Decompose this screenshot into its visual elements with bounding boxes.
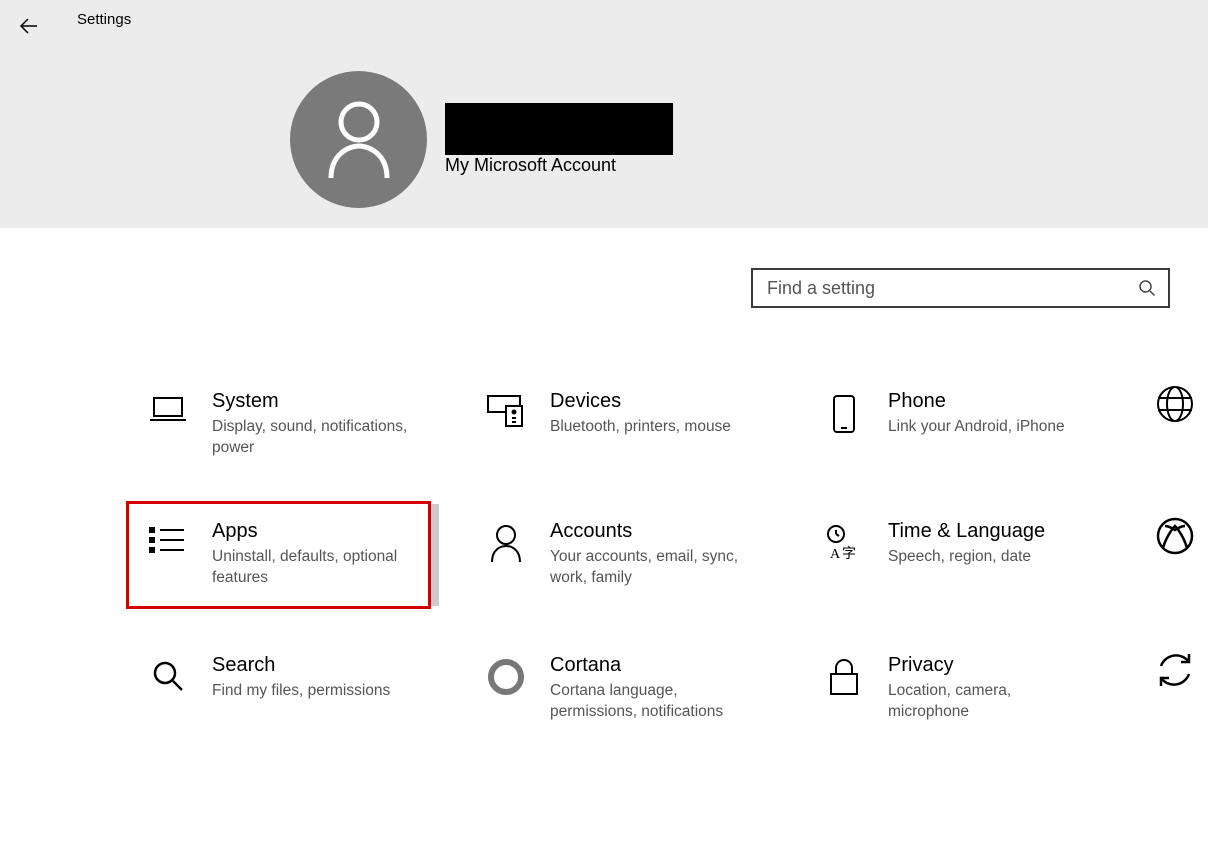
- apps-icon: [148, 524, 188, 556]
- laptop-icon: [148, 394, 188, 426]
- search-icon: [1138, 279, 1156, 297]
- my-account-link[interactable]: My Microsoft Account: [445, 155, 679, 176]
- svg-text:字: 字: [842, 546, 856, 562]
- tile-title: Devices: [550, 390, 764, 413]
- cortana-icon: [487, 658, 525, 696]
- search-box[interactable]: [751, 268, 1170, 308]
- tile-desc: Uninstall, defaults, optional features: [212, 547, 426, 589]
- page-title: Settings: [77, 11, 131, 28]
- devices-icon: [486, 394, 526, 428]
- lock-icon: [827, 658, 861, 698]
- tile-desc: Your accounts, email, sync, work, family: [550, 547, 764, 589]
- tile-update[interactable]: [1155, 650, 1195, 690]
- tile-desc: Cortana language, permissions, notificat…: [550, 681, 764, 723]
- tile-phone[interactable]: Phone Link your Android, iPhone: [812, 382, 1112, 446]
- person-icon: [488, 524, 524, 564]
- tile-title: Time & Language: [888, 520, 1102, 543]
- tile-desc: Display, sound, notifications, power: [212, 417, 426, 459]
- tile-title: Cortana: [550, 654, 764, 677]
- tile-title: Apps: [212, 520, 426, 543]
- tile-gaming[interactable]: [1155, 516, 1195, 556]
- tile-title: System: [212, 390, 426, 413]
- tile-desc: Speech, region, date: [888, 547, 1102, 568]
- tile-time-language[interactable]: A 字 Time & Language Speech, region, date: [812, 512, 1112, 576]
- tile-apps[interactable]: Apps Uninstall, defaults, optional featu…: [136, 512, 436, 597]
- tile-network[interactable]: [1155, 384, 1195, 424]
- tile-title: Privacy: [888, 654, 1102, 677]
- redacted-name: [445, 103, 673, 155]
- globe-icon: [1155, 384, 1195, 424]
- settings-hero: Settings arijeetsarkar10@outlook.com My …: [0, 0, 1208, 228]
- tile-desc: Bluetooth, printers, mouse: [550, 417, 764, 438]
- tile-cortana[interactable]: Cortana Cortana language, permissions, n…: [474, 646, 774, 731]
- phone-icon: [830, 394, 858, 434]
- gaming-icon: [1155, 516, 1195, 556]
- tile-desc: Link your Android, iPhone: [888, 417, 1102, 438]
- tile-desc: Find my files, permissions: [212, 681, 426, 702]
- search-input[interactable]: [765, 277, 1138, 300]
- user-profile-block: arijeetsarkar10@outlook.com My Microsoft…: [290, 71, 679, 208]
- tile-title: Phone: [888, 390, 1102, 413]
- tile-devices[interactable]: Devices Bluetooth, printers, mouse: [474, 382, 774, 446]
- back-button[interactable]: [17, 14, 41, 38]
- user-icon: [325, 100, 393, 180]
- tile-title: Search: [212, 654, 426, 677]
- arrow-left-icon: [17, 14, 41, 38]
- magnify-icon: [150, 658, 186, 694]
- avatar[interactable]: [290, 71, 427, 208]
- tile-search[interactable]: Search Find my files, permissions: [136, 646, 436, 710]
- sync-icon: [1155, 650, 1195, 690]
- svg-text:A: A: [830, 547, 841, 562]
- tile-title: Accounts: [550, 520, 764, 543]
- user-text: arijeetsarkar10@outlook.com My Microsoft…: [445, 71, 679, 176]
- tile-privacy[interactable]: Privacy Location, camera, microphone: [812, 646, 1112, 731]
- clock-language-icon: A 字: [824, 524, 864, 564]
- tile-desc: Location, camera, microphone: [888, 681, 1102, 723]
- tile-system[interactable]: System Display, sound, notifications, po…: [136, 382, 436, 467]
- tile-accounts[interactable]: Accounts Your accounts, email, sync, wor…: [474, 512, 774, 597]
